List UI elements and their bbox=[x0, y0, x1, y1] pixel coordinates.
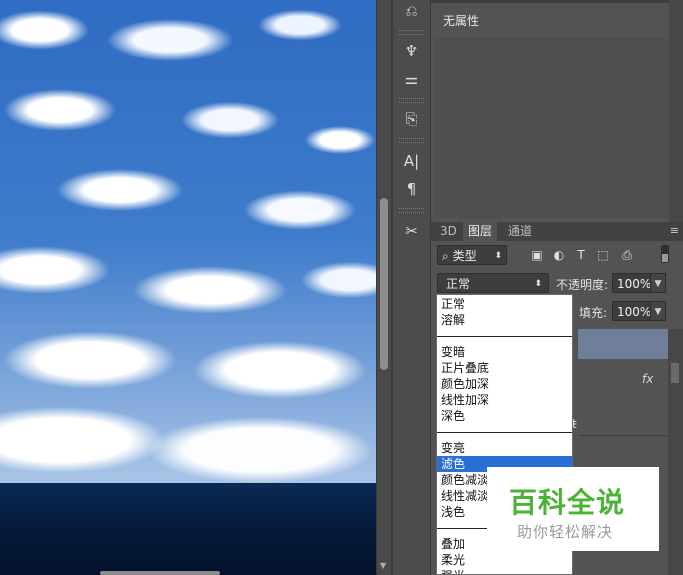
blend-option[interactable]: 颜色加深 bbox=[437, 376, 572, 392]
image-filter-icon[interactable]: ▣ bbox=[529, 247, 545, 263]
vertical-scroll-thumb[interactable] bbox=[380, 198, 388, 370]
history-brush-icon[interactable]: ⎌ bbox=[397, 0, 426, 22]
updown-icon: ⬍ bbox=[534, 279, 542, 289]
blend-option[interactable]: 线性加深 bbox=[437, 392, 572, 408]
panel-grip[interactable] bbox=[399, 208, 424, 213]
layer-effects-icon[interactable]: fx bbox=[642, 372, 653, 386]
shape-filter-icon[interactable]: ⬚ bbox=[595, 247, 611, 263]
panel-grip[interactable] bbox=[399, 138, 424, 143]
paragraph-icon[interactable]: ¶ bbox=[397, 178, 426, 200]
blend-option[interactable]: 深色 bbox=[437, 408, 572, 424]
character-icon[interactable]: A| bbox=[397, 150, 426, 172]
layers-scrollbar[interactable] bbox=[668, 329, 683, 575]
layers-tab-bar: 3D 图层 通道 ≡ bbox=[431, 222, 683, 242]
sky-image bbox=[0, 0, 376, 483]
layers-scroll-thumb[interactable] bbox=[671, 363, 679, 383]
blend-option[interactable]: 正常 bbox=[437, 296, 572, 312]
clone-source-icon[interactable]: ⎘ bbox=[397, 108, 426, 130]
search-icon: ⌕ bbox=[442, 249, 449, 263]
panel-grip[interactable] bbox=[399, 30, 424, 35]
panel-icon-strip: ⎌ ♆ ⚌ ⎘ A| ¶ ✂ bbox=[393, 0, 431, 575]
properties-scrollbar[interactable] bbox=[669, 0, 683, 222]
watermark-title: 百科全说 bbox=[509, 486, 626, 519]
brush-settings-icon[interactable]: ♆ bbox=[397, 40, 426, 62]
filter-toggle[interactable] bbox=[661, 245, 669, 263]
filter-kind-select[interactable]: ⌕ 类型 ⬍ bbox=[437, 245, 507, 265]
layer-row-selected[interactable] bbox=[578, 329, 668, 359]
opacity-dropdown-icon[interactable]: ▼ bbox=[650, 273, 666, 293]
panel-header-strip bbox=[431, 0, 683, 3]
updown-icon: ⬍ bbox=[494, 251, 502, 261]
panel-grip[interactable] bbox=[399, 98, 424, 103]
blend-option[interactable]: 溶解 bbox=[437, 312, 572, 328]
watermark: 百科全说 助你轻松解决 bbox=[487, 467, 659, 551]
properties-panel: 无属性 bbox=[431, 0, 683, 222]
fill-dropdown-icon[interactable]: ▼ bbox=[650, 301, 666, 321]
properties-body bbox=[435, 38, 668, 218]
document-canvas[interactable] bbox=[0, 0, 376, 575]
filter-kind-label: 类型 bbox=[452, 249, 477, 263]
horizontal-scrollbar[interactable] bbox=[100, 571, 220, 575]
blend-option[interactable]: 变亮 bbox=[437, 440, 572, 456]
adjustment-filter-icon[interactable]: ◐ bbox=[551, 247, 567, 263]
opacity-label: 不透明度: bbox=[556, 278, 609, 292]
tool-presets-icon[interactable]: ✂ bbox=[397, 220, 426, 242]
tab-layers[interactable]: 图层 bbox=[463, 222, 498, 241]
type-filter-icon[interactable]: T bbox=[573, 247, 589, 263]
menu-separator bbox=[437, 432, 572, 433]
blend-mode-value: 正常 bbox=[446, 277, 471, 291]
tab-channels[interactable]: 通道 bbox=[503, 222, 537, 241]
vertical-scrollbar[interactable]: ▼ bbox=[376, 0, 391, 575]
fill-label: 填充: bbox=[579, 306, 608, 320]
blend-option[interactable]: 强光 bbox=[437, 568, 572, 574]
adjustments-icon[interactable]: ⚌ bbox=[397, 68, 426, 90]
blend-mode-select[interactable]: 正常 ⬍ bbox=[437, 273, 549, 293]
watermark-subtitle: 助你轻松解决 bbox=[517, 523, 614, 541]
sea-image bbox=[0, 483, 376, 575]
properties-status: 无属性 bbox=[443, 14, 480, 28]
fill-input[interactable]: 100% bbox=[612, 301, 654, 321]
blend-option[interactable]: 正片叠底 bbox=[437, 360, 572, 376]
layer-row[interactable] bbox=[578, 359, 668, 436]
menu-separator bbox=[437, 336, 572, 337]
smart-object-filter-icon[interactable]: ⎙ bbox=[619, 247, 635, 263]
tab-3d[interactable]: 3D bbox=[435, 222, 462, 241]
opacity-input[interactable]: 100% bbox=[612, 273, 654, 293]
blend-option[interactable]: 柔光 bbox=[437, 552, 572, 568]
panel-menu-icon[interactable]: ≡ bbox=[670, 224, 679, 237]
blend-option[interactable]: 变暗 bbox=[437, 344, 572, 360]
scroll-down-icon[interactable]: ▼ bbox=[380, 561, 386, 570]
